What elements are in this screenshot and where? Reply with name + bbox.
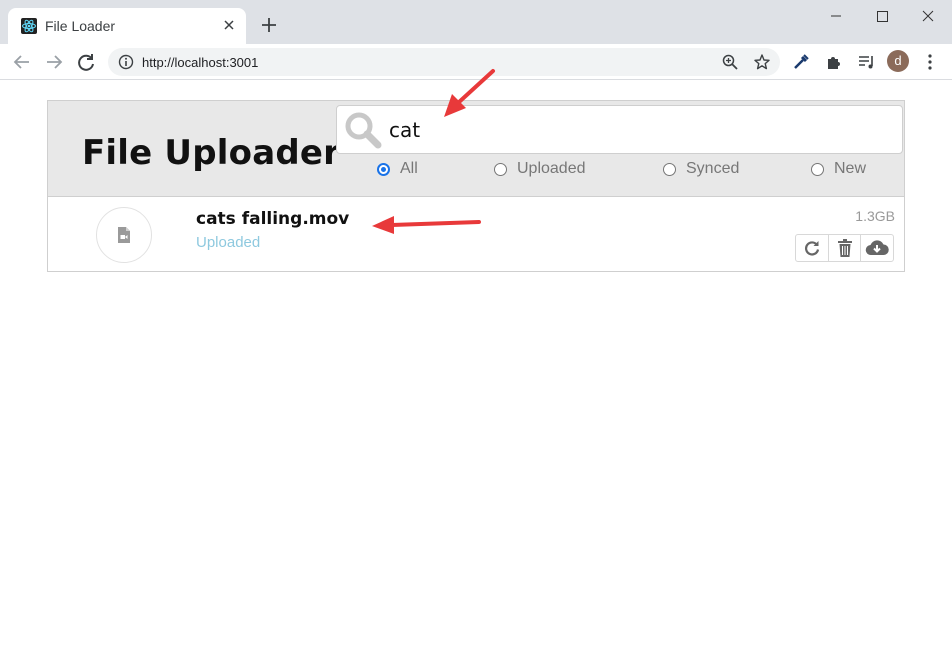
video-file-icon xyxy=(118,227,130,243)
file-name: cats falling.mov xyxy=(196,209,350,229)
page-title: File Uploader xyxy=(82,133,341,173)
search-input[interactable] xyxy=(389,116,869,144)
filter-synced-label: Synced xyxy=(686,160,740,177)
filter-uploaded-radio[interactable] xyxy=(494,162,507,176)
back-arrow-icon[interactable] xyxy=(10,50,34,74)
refresh-icon xyxy=(804,241,819,256)
file-actions xyxy=(795,234,894,262)
window-minimize-icon[interactable] xyxy=(813,4,859,32)
tab-close-icon[interactable] xyxy=(220,16,238,34)
file-thumbnail xyxy=(96,207,152,263)
browser-tab-strip: File Loader xyxy=(0,0,952,44)
filter-new[interactable]: New xyxy=(811,158,866,180)
file-uploader-app: File Uploader All Uploaded Synced New xyxy=(47,100,905,272)
annotation-arrows xyxy=(372,69,495,234)
file-status: Uploaded xyxy=(196,234,261,251)
browser-toolbar: http://localhost:3001 xyxy=(0,44,952,80)
forward-arrow-icon[interactable] xyxy=(42,50,66,74)
file-row[interactable]: cats falling.mov Uploaded 1.3GB xyxy=(48,198,904,271)
search-icon xyxy=(343,110,383,150)
profile-avatar[interactable]: d xyxy=(887,50,909,72)
address-bar[interactable]: http://localhost:3001 xyxy=(108,48,780,76)
filter-all-label: All xyxy=(400,160,418,177)
filter-new-radio[interactable] xyxy=(811,162,824,176)
zoom-icon[interactable] xyxy=(721,53,739,71)
filter-new-label: New xyxy=(834,160,867,177)
eyedropper-extension-icon[interactable] xyxy=(791,52,811,72)
media-queue-icon[interactable] xyxy=(857,52,877,72)
extensions-puzzle-icon[interactable] xyxy=(824,52,844,72)
tab-title: File Loader xyxy=(45,18,116,34)
download-button[interactable] xyxy=(861,235,893,261)
new-tab-plus-icon[interactable] xyxy=(258,14,280,36)
delete-button[interactable] xyxy=(829,235,862,261)
search-box[interactable] xyxy=(336,105,903,154)
filter-synced[interactable]: Synced xyxy=(663,158,739,180)
window-maximize-icon[interactable] xyxy=(859,4,905,32)
browser-menu-icon[interactable] xyxy=(920,52,940,72)
cloud-download-icon xyxy=(865,240,889,256)
filter-all-radio[interactable] xyxy=(377,162,390,176)
file-size: 1.3GB xyxy=(855,208,895,224)
browser-tab[interactable]: File Loader xyxy=(8,8,246,44)
filter-uploaded-label: Uploaded xyxy=(517,160,586,177)
react-favicon-icon xyxy=(21,18,37,34)
site-info-icon[interactable] xyxy=(118,54,134,70)
filter-uploaded[interactable]: Uploaded xyxy=(494,158,586,180)
app-header: File Uploader All Uploaded Synced New xyxy=(48,101,904,197)
filter-all[interactable]: All xyxy=(377,158,418,180)
trash-icon xyxy=(837,239,852,257)
retry-button[interactable] xyxy=(796,235,829,261)
window-close-icon[interactable] xyxy=(905,4,951,32)
filter-synced-radio[interactable] xyxy=(663,162,676,176)
url-text[interactable]: http://localhost:3001 xyxy=(142,55,258,70)
bookmark-star-icon[interactable] xyxy=(753,53,771,71)
reload-icon[interactable] xyxy=(74,50,98,74)
